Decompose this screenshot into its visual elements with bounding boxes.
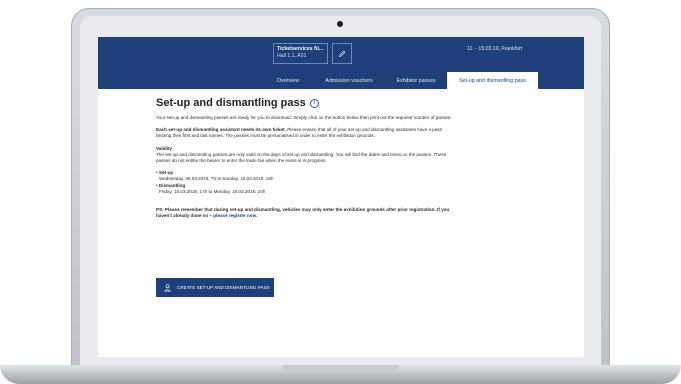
- validity-text: The set-up and dismantling passes are on…: [156, 151, 447, 164]
- intro-text: Your set-up and dismantling passes are r…: [156, 115, 452, 120]
- edit-button[interactable]: [332, 43, 352, 64]
- ticket-title: Ticketservices fü...: [277, 46, 324, 52]
- ps-text: PS: Please remember that during set-up a…: [156, 207, 450, 219]
- person-icon: [164, 283, 171, 291]
- event-date-location: 11. - 15.03.19, Frankfurt: [467, 46, 523, 52]
- page-title: Set-up and dismantling pass i: [156, 97, 456, 110]
- create-pass-label: CREATE SET-UP AND DISMANTLING PASS: [177, 285, 270, 290]
- info-icon[interactable]: i: [309, 99, 319, 108]
- tab-exhibitor-passes[interactable]: Exhibitor passes: [385, 72, 447, 89]
- main-content: Set-up and dismantling pass i Your set-u…: [156, 97, 456, 225]
- dismantling-dates: Friday, 15.03.2019, 17h to Monday, 18.03…: [159, 188, 266, 194]
- nav-tabs: Overview Admission vouchers Exhibitor pa…: [263, 72, 538, 89]
- ticket-notice-bold: Each set-up and dismantling assistant ne…: [156, 127, 286, 133]
- tab-admission-vouchers[interactable]: Admission vouchers: [313, 72, 385, 89]
- setup-block: • Set-up Wednesday, 06.03.2019, 7h to Su…: [156, 170, 456, 182]
- ps-note: PS: Please remember that during set-up a…: [156, 207, 456, 219]
- dismantling-block: • Dismantling Friday, 15.03.2019, 17h to…: [156, 183, 456, 195]
- app-header: Ticketservices fü... Hall 1.1, A01 11. -…: [98, 37, 584, 89]
- laptop-base-notch: [282, 365, 399, 371]
- laptop-screen: Ticketservices fü... Hall 1.1, A01 11. -…: [98, 37, 584, 357]
- register-link[interactable]: please register now.: [213, 213, 257, 218]
- ticket-subtitle: Hall 1.1, A01: [277, 52, 307, 59]
- edit-pencil-icon: [339, 50, 346, 57]
- tab-setup-dismantling-pass[interactable]: Set-up and dismantling pass: [447, 72, 538, 89]
- page-title-text: Set-up and dismantling pass: [156, 97, 306, 109]
- ticket-notice: Each set-up and dismantling assistant ne…: [156, 127, 456, 139]
- webcam: [337, 21, 343, 27]
- validity-section: Validity The set-up and dismantling pass…: [156, 146, 456, 165]
- ticket-selector[interactable]: Ticketservices fü... Hall 1.1, A01: [273, 43, 328, 64]
- tab-overview[interactable]: Overview: [263, 72, 313, 89]
- create-pass-button[interactable]: CREATE SET-UP AND DISMANTLING PASS: [156, 278, 274, 297]
